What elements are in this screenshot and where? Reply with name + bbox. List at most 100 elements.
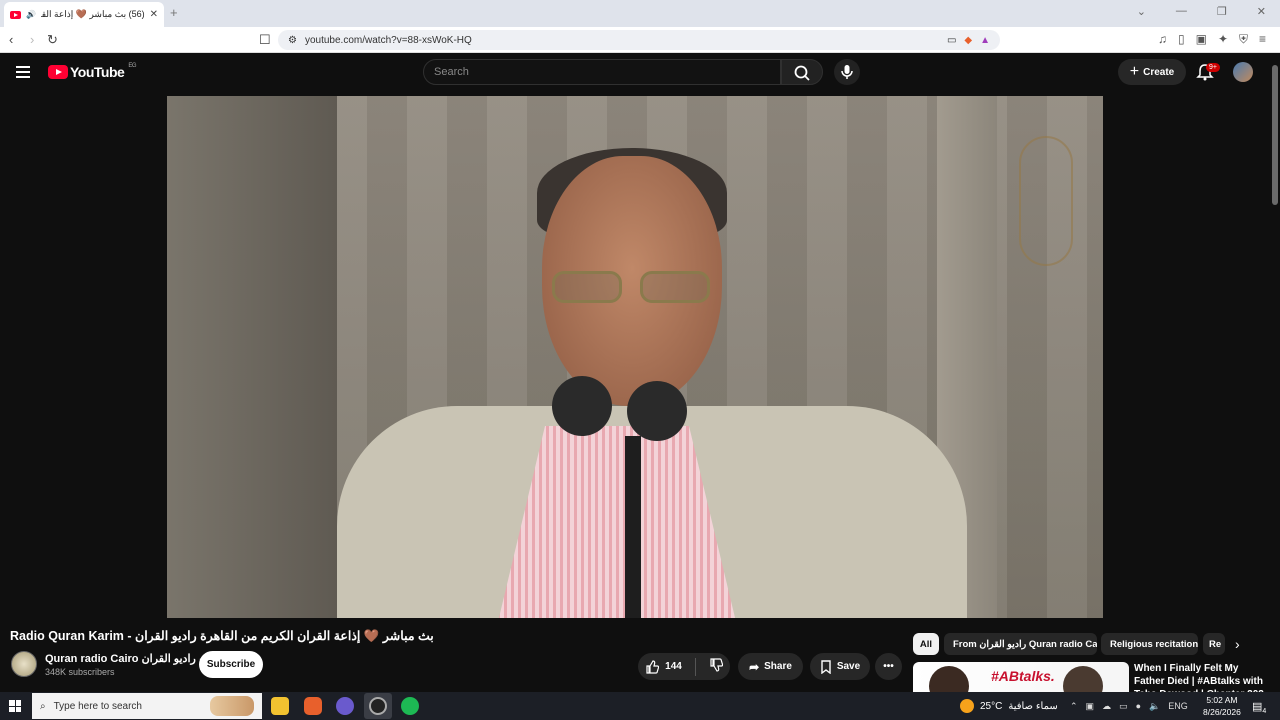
thumbnail-text: #ABtalks.	[991, 668, 1055, 684]
mic-tray-icon[interactable]: ●	[1136, 701, 1141, 712]
language-indicator[interactable]: ENG	[1168, 701, 1188, 712]
brave-rewards-icon[interactable]: ▲	[980, 35, 990, 46]
bookmark-icon[interactable]: ☐	[259, 32, 271, 48]
browser-toolbar-icons: ♫ ▯ ▣ ✦ ⛨ ≡	[1158, 32, 1266, 47]
like-dislike-group: 144	[638, 653, 730, 680]
scrollbar-thumb[interactable]	[1272, 65, 1278, 205]
obs-icon	[369, 697, 387, 715]
vpn-icon[interactable]: ⛨	[1239, 32, 1248, 47]
like-count: 144	[665, 661, 682, 672]
cast-icon[interactable]: ▭	[947, 35, 956, 46]
share-icon: ➦	[749, 659, 760, 674]
search-box[interactable]	[423, 59, 781, 85]
voice-search-button[interactable]	[834, 59, 860, 85]
system-clock[interactable]: 5:02 AM 8/26/2026	[1203, 694, 1241, 718]
video-player[interactable]	[167, 96, 1103, 618]
chevron-right-icon[interactable]: ›	[1235, 636, 1240, 652]
system-tray: ⌃ ▣ ☁ ▭ ● 🔈 ENG	[1070, 701, 1188, 712]
cloud-icon[interactable]: ☁	[1102, 701, 1111, 712]
chevron-down-icon[interactable]: ⌄	[1137, 5, 1146, 18]
chip-all[interactable]: All	[913, 633, 939, 655]
minimize-icon[interactable]: —	[1176, 5, 1187, 18]
search-input[interactable]	[434, 66, 770, 78]
tab-title: (56) بث مباشر 🤎 إذاعة القران	[41, 9, 145, 19]
weather-widget[interactable]: 25°C سماء صافية	[960, 699, 1058, 713]
brave-shield-icon[interactable]: ◆	[964, 35, 972, 46]
share-button[interactable]: ➦ Share	[738, 653, 803, 680]
close-window-icon[interactable]: ✕	[1257, 5, 1266, 18]
thumbs-down-icon	[710, 658, 724, 672]
dislike-button[interactable]	[709, 658, 724, 675]
network-icon[interactable]: ▭	[1119, 701, 1128, 712]
show-hidden-icons[interactable]: ⌃	[1070, 701, 1078, 712]
sidebar-icon[interactable]: ▯	[1178, 32, 1185, 47]
search-button[interactable]	[781, 59, 823, 85]
notification-count: 4	[1262, 708, 1267, 716]
channel-name[interactable]: Quran radio Cairo راديو القران ✔	[45, 652, 206, 665]
youtube-play-icon	[48, 65, 68, 79]
hamburger-menu-icon[interactable]	[16, 66, 30, 78]
taskbar-search-placeholder: Type here to search	[53, 700, 142, 712]
search-icon: ⌕	[40, 700, 46, 712]
channel-avatar[interactable]	[11, 651, 37, 677]
create-button[interactable]: + Create	[1118, 59, 1186, 85]
back-icon[interactable]: ‹	[9, 32, 13, 47]
bookmark-save-icon	[821, 659, 831, 674]
forward-icon[interactable]: ›	[30, 32, 34, 47]
site-info-icon[interactable]: ⚙	[288, 35, 297, 46]
search-icon	[794, 65, 810, 81]
page-scrollbar[interactable]	[1270, 53, 1280, 692]
brave-browser-icon[interactable]	[304, 697, 322, 715]
temperature: 25°C	[980, 700, 1003, 712]
browser-tab[interactable]: 🔊 (56) بث مباشر 🤎 إذاعة القران ✕	[4, 2, 164, 27]
recommended-thumbnail[interactable]: #ABtalks.	[913, 662, 1129, 692]
reload-icon[interactable]: ↻	[47, 32, 58, 48]
account-avatar[interactable]	[1233, 62, 1253, 82]
more-actions-button[interactable]: •••	[875, 653, 902, 680]
search-highlight-image	[210, 696, 254, 716]
wall-emblem	[1019, 136, 1073, 266]
youtube-header: YouTube EG + Create 9+	[0, 53, 1270, 93]
save-label: Save	[836, 661, 861, 672]
chip-religious-recitation[interactable]: Religious recitation	[1101, 633, 1198, 655]
spotify-icon[interactable]	[401, 697, 419, 715]
weather-sun-icon	[960, 699, 974, 713]
wallet-icon[interactable]: ▣	[1196, 32, 1207, 47]
discord-icon[interactable]	[336, 697, 354, 715]
like-button[interactable]: 144	[645, 659, 682, 674]
channel-name-text: Quran radio Cairo راديو القران	[45, 653, 196, 665]
more-icon: •••	[883, 661, 894, 672]
menu-icon[interactable]: ≡	[1259, 32, 1266, 47]
notification-center-icon[interactable]: ▤4	[1252, 700, 1266, 715]
subscribe-button[interactable]: Subscribe	[199, 651, 263, 678]
plus-icon: +	[1129, 63, 1140, 80]
tray-app-icon[interactable]: ▣	[1086, 701, 1095, 712]
media-icon[interactable]: ♫	[1158, 32, 1167, 47]
save-button[interactable]: Save	[810, 653, 870, 680]
speaker-icon[interactable]: 🔊	[26, 10, 36, 19]
close-tab-icon[interactable]: ✕	[150, 9, 158, 20]
browser-tab-bar: 🔊 (56) بث مباشر 🤎 إذاعة القران ✕ + ⌄ — ❐…	[0, 0, 1280, 27]
microphone-icon	[841, 65, 853, 79]
taskbar-search[interactable]: ⌕ Type here to search	[32, 693, 262, 719]
notification-badge: 9+	[1206, 63, 1220, 72]
chip-from-channel[interactable]: From راديو القران Quran radio Cairo	[944, 633, 1097, 655]
ai-icon[interactable]: ✦	[1218, 32, 1228, 47]
subscriber-count: 348K subscribers	[45, 667, 115, 677]
windows-start-icon[interactable]	[9, 700, 21, 712]
weather-description: سماء صافية	[1008, 700, 1058, 712]
window-controls: ⌄ — ❐ ✕	[1137, 5, 1266, 18]
url-text: youtube.com/watch?v=88-xsWoK-HQ	[304, 34, 472, 46]
youtube-logo[interactable]: YouTube EG	[48, 63, 136, 80]
maximize-icon[interactable]: ❐	[1217, 5, 1227, 18]
new-tab-button[interactable]: +	[170, 5, 178, 20]
youtube-favicon-icon	[10, 10, 21, 19]
clock-time: 5:02 AM	[1206, 695, 1238, 705]
volume-icon[interactable]: 🔈	[1149, 701, 1160, 712]
url-field[interactable]: ⚙ youtube.com/watch?v=88-xsWoK-HQ ▭ ◆ ▲	[278, 30, 1000, 50]
video-title: بث مباشر 🤎 إذاعة القران الكريم من القاهر…	[10, 629, 434, 643]
recommended-title[interactable]: When I Finally Felt My Father Died | #AB…	[1134, 662, 1264, 692]
chip-partial[interactable]: Re	[1203, 633, 1225, 655]
file-explorer-icon[interactable]	[271, 697, 289, 715]
active-app-highlight[interactable]	[364, 693, 392, 719]
